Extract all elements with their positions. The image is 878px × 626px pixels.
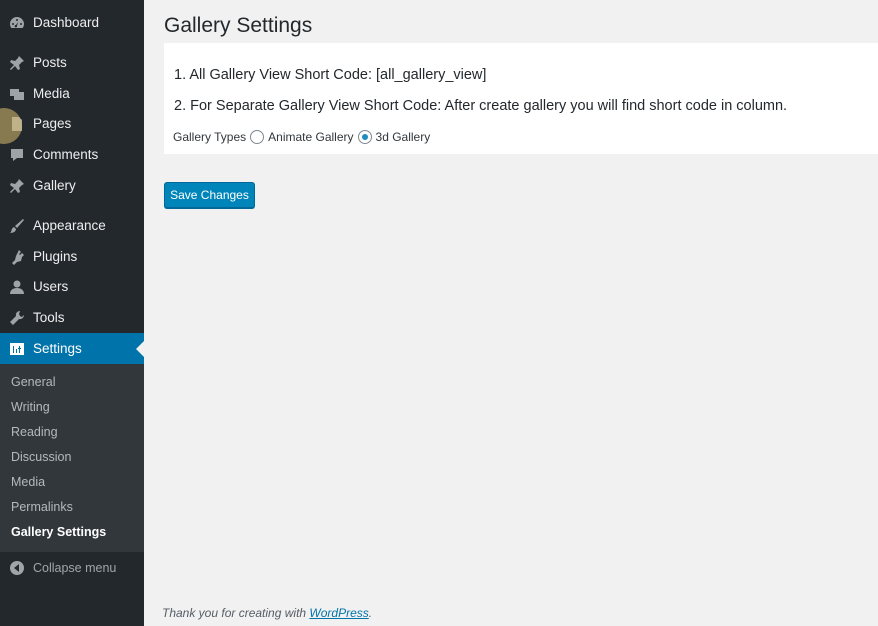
submenu-item-writing[interactable]: Writing — [11, 400, 50, 414]
submenu-item-general[interactable]: General — [11, 375, 55, 389]
menu-item-label: Users — [33, 279, 69, 294]
comment-icon — [9, 147, 25, 163]
media-icon — [9, 86, 25, 102]
wordpress-link[interactable]: WordPress — [309, 606, 368, 620]
collapse-arrow-icon — [10, 561, 24, 575]
plugin-icon — [9, 249, 25, 265]
menu-item-media[interactable]: Media — [0, 78, 144, 109]
3d-gallery-label[interactable]: 3d Gallery — [376, 130, 431, 144]
menu-item-tools[interactable]: Tools — [0, 302, 144, 333]
all-gallery-shortcode-text: 1. All Gallery View Short Code: [all_gal… — [174, 67, 487, 83]
menu-item-users[interactable]: Users — [0, 271, 144, 302]
menu-item-label: Appearance — [33, 218, 106, 233]
menu-item-gallery[interactable]: Gallery — [0, 170, 144, 201]
save-changes-button[interactable]: Save Changes — [164, 182, 255, 208]
menu-item-label: Media — [33, 86, 70, 101]
collapse-menu-button[interactable]: Collapse menu — [0, 556, 144, 580]
footer-thanks: Thank you for creating with — [162, 606, 310, 620]
menu-item-posts[interactable]: Posts — [0, 47, 144, 78]
menu-item-label: Tools — [33, 310, 65, 325]
wrench-icon — [9, 310, 25, 326]
menu-item-label: Pages — [33, 116, 72, 131]
submenu-item-gallery-settings[interactable]: Gallery Settings — [11, 525, 106, 539]
pin-icon — [9, 55, 25, 71]
separate-gallery-shortcode-text: 2. For Separate Gallery View Short Code:… — [174, 98, 788, 114]
menu-item-plugins[interactable]: Plugins — [0, 241, 144, 272]
submenu-item-discussion[interactable]: Discussion — [11, 450, 71, 464]
admin-sidebar: Dashboard Posts Media Pages Comments Gal… — [0, 0, 144, 626]
footer-period: . — [368, 606, 373, 620]
user-icon — [9, 279, 25, 295]
gallery-types-label: Gallery Types — [173, 130, 247, 144]
footer-text: Thank you for creating with WordPress. — [162, 606, 372, 620]
brush-icon — [9, 218, 25, 234]
collapse-menu-label: Collapse menu — [33, 561, 117, 575]
menu-item-label: Gallery — [33, 178, 76, 193]
menu-item-label: Posts — [33, 55, 67, 70]
menu-item-label: Comments — [33, 147, 99, 162]
menu-item-label: Plugins — [33, 249, 78, 264]
page-title: Gallery Settings — [164, 14, 313, 37]
submenu-item-media[interactable]: Media — [11, 475, 45, 489]
menu-item-dashboard[interactable]: Dashboard — [0, 7, 144, 38]
menu-item-label: Dashboard — [33, 15, 100, 30]
current-indicator — [136, 341, 144, 357]
settings-submenu: General Writing Reading Discussion Media… — [0, 364, 144, 552]
menu-item-settings[interactable]: Settings — [0, 333, 144, 364]
animate-gallery-label[interactable]: Animate Gallery — [268, 130, 353, 144]
gallery-types-row: Gallery Types Animate Gallery 3d Gallery — [173, 130, 430, 144]
menu-item-label: Settings — [33, 341, 82, 356]
settings-panel: 1. All Gallery View Short Code: [all_gal… — [164, 43, 878, 154]
menu-item-appearance[interactable]: Appearance — [0, 210, 144, 241]
settings-icon — [9, 341, 25, 357]
3d-gallery-radio[interactable] — [357, 130, 372, 144]
submenu-item-reading[interactable]: Reading — [11, 425, 58, 439]
animate-gallery-radio[interactable] — [250, 130, 265, 144]
menu-item-comments[interactable]: Comments — [0, 139, 144, 170]
dashboard-icon — [9, 15, 25, 31]
submenu-item-permalinks[interactable]: Permalinks — [11, 500, 73, 514]
pin-icon — [9, 178, 25, 194]
